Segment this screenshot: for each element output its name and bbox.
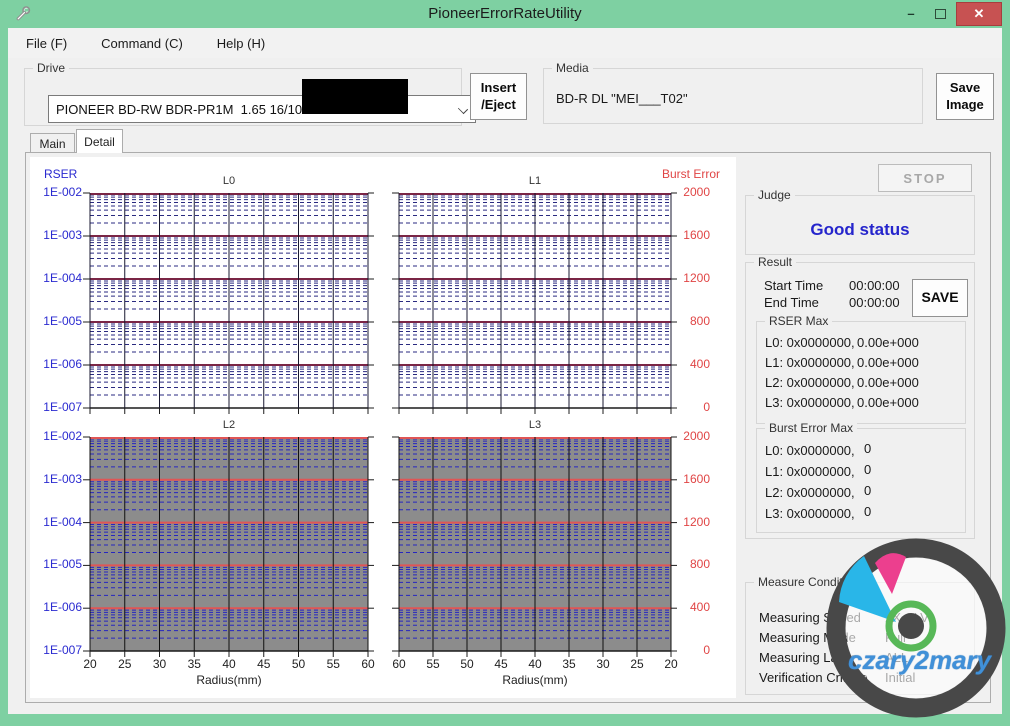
- minimize-icon: –: [907, 6, 914, 21]
- burst-max-l3-value: 0: [864, 504, 871, 519]
- media-value: BD-R DL "MEI___T02": [556, 91, 688, 106]
- rser-max-groupbox: RSER Max L0: 0x0000000, 0.00e+000 L1: 0x…: [756, 321, 966, 424]
- close-icon: ✕: [974, 6, 985, 22]
- chart-panel: [30, 157, 736, 698]
- judge-groupbox: Judge Good status: [745, 195, 975, 255]
- save-image-line1: Save: [950, 80, 980, 96]
- start-time-label: Start Time: [764, 278, 823, 293]
- rser-max-l0-value: 0.00e+000: [857, 335, 919, 350]
- maximize-icon: [935, 9, 946, 19]
- menu-item-file[interactable]: File (F): [22, 33, 71, 54]
- judge-status-text: Good status: [746, 220, 974, 240]
- drive-select[interactable]: PIONEER BD-RW BDR-PR1M 1.65 16/10/05: [48, 95, 476, 123]
- insert-eject-button[interactable]: Insert /Eject: [470, 73, 527, 120]
- rser-axis-title: RSER: [44, 167, 104, 181]
- save-button[interactable]: SAVE: [912, 279, 968, 317]
- rser-max-l2-label: L2: 0x0000000,: [765, 375, 855, 390]
- start-time-value: 00:00:00: [849, 278, 900, 293]
- rser-max-l3-value: 0.00e+000: [857, 395, 919, 410]
- judge-group-label: Judge: [754, 188, 795, 202]
- media-group-label: Media: [552, 61, 593, 75]
- minimize-button[interactable]: –: [898, 4, 924, 23]
- menubar: File (F) Command (C) Help (H): [8, 28, 1002, 58]
- chevron-down-icon: [458, 104, 468, 114]
- drive-selected-value: PIONEER BD-RW BDR-PR1M 1.65 16/10/05: [49, 102, 320, 117]
- window-title: PioneerErrorRateUtility: [0, 5, 1010, 22]
- burst-max-l0-label: L0: 0x0000000,: [765, 443, 855, 458]
- drive-group-label: Drive: [33, 61, 69, 75]
- insert-eject-line1: Insert: [481, 80, 516, 96]
- burst-error-max-group-label: Burst Error Max: [765, 421, 857, 435]
- watermark-hub: [898, 613, 924, 639]
- menu-item-help[interactable]: Help (H): [213, 33, 269, 54]
- maximize-button[interactable]: [928, 4, 952, 23]
- rser-max-l3-label: L3: 0x0000000,: [765, 395, 855, 410]
- rser-max-l1-value: 0.00e+000: [857, 355, 919, 370]
- tab-detail[interactable]: Detail: [76, 129, 123, 153]
- watermark-text: czary2mary: [848, 645, 988, 676]
- media-groupbox: Media BD-R DL "MEI___T02": [543, 68, 923, 124]
- burst-max-l0-value: 0: [864, 441, 871, 456]
- redaction-overlay: [302, 79, 408, 114]
- save-image-line2: Image: [946, 97, 984, 113]
- tab-main[interactable]: Main: [30, 133, 75, 153]
- rser-max-l2-value: 0.00e+000: [857, 375, 919, 390]
- save-image-button[interactable]: Save Image: [936, 73, 994, 120]
- watermark-disc-logo: [818, 518, 1010, 726]
- burst-max-l2-label: L2: 0x0000000,: [765, 485, 855, 500]
- result-groupbox: Result Start Time 00:00:00 End Time 00:0…: [745, 262, 975, 539]
- burst-error-axis-title: Burst Error: [640, 167, 720, 181]
- app-window: PioneerErrorRateUtility – ✕ File (F) Com…: [0, 0, 1010, 726]
- burst-max-l1-label: L1: 0x0000000,: [765, 464, 855, 479]
- titlebar: PioneerErrorRateUtility – ✕: [0, 0, 1010, 28]
- insert-eject-line2: /Eject: [481, 97, 516, 113]
- stop-button[interactable]: STOP: [878, 164, 972, 192]
- rser-max-l0-label: L0: 0x0000000,: [765, 335, 855, 350]
- burst-max-l1-value: 0: [864, 462, 871, 477]
- rser-max-group-label: RSER Max: [765, 314, 832, 328]
- menu-item-command[interactable]: Command (C): [97, 33, 187, 54]
- burst-max-l2-value: 0: [864, 483, 871, 498]
- rser-max-l1-label: L1: 0x0000000,: [765, 355, 855, 370]
- end-time-label: End Time: [764, 295, 819, 310]
- end-time-value: 00:00:00: [849, 295, 900, 310]
- result-group-label: Result: [754, 255, 796, 269]
- close-button[interactable]: ✕: [956, 2, 1002, 26]
